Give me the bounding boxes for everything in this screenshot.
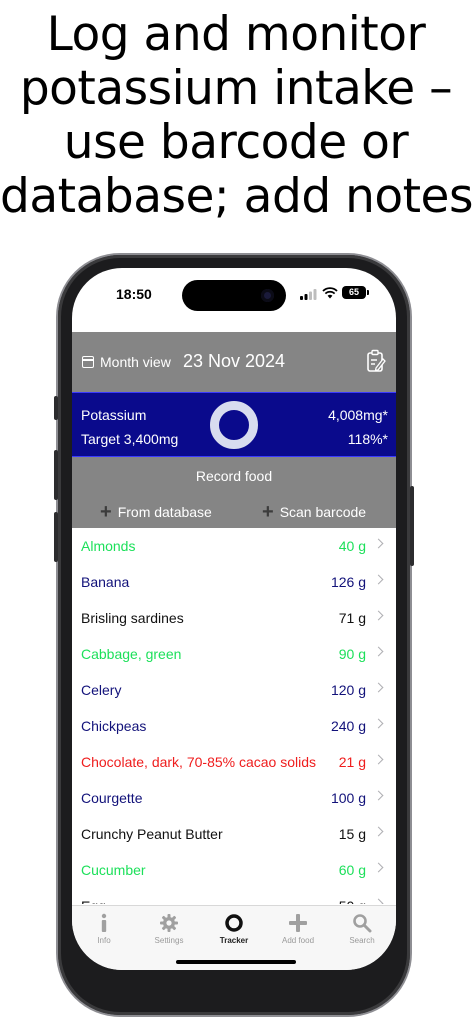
record-food-panel: Record food + From database + Scan barco… [72, 457, 396, 528]
chevron-right-icon [373, 682, 384, 693]
scan-barcode-button[interactable]: + Scan barcode [262, 501, 367, 523]
plus-icon: + [262, 501, 274, 523]
food-amount: 90 g [338, 646, 366, 662]
tab-add-food[interactable]: Add food [266, 912, 330, 945]
food-amount: 126 g [330, 574, 366, 590]
tab-label: Add food [281, 936, 315, 945]
headline-line: potassium intake – [19, 61, 453, 116]
food-amount: 40 g [338, 538, 366, 554]
plus-icon [266, 912, 330, 934]
side-button [410, 486, 414, 566]
scan-barcode-label: Scan barcode [279, 504, 367, 520]
food-list: Almonds 40 g Banana 126 g Brisling sardines 7… [72, 528, 396, 904]
potassium-summary: Potassium Target 3,400mg 4,008mg* 118%* [72, 392, 396, 457]
chevron-right-icon [373, 574, 384, 585]
plus-icon: + [100, 501, 112, 523]
navigation-bar: Month view 23 Nov 2024 [72, 332, 396, 392]
app-screen: 18:50 65 Month view 23 Nov 2024 Potassiu… [72, 268, 396, 970]
food-name: Egg [81, 898, 106, 904]
tab-info[interactable]: Info [72, 912, 136, 945]
chevron-right-icon [373, 898, 384, 904]
food-row[interactable]: Almonds 40 g [72, 528, 396, 564]
food-name: Brisling sardines [81, 610, 184, 626]
food-amount: 71 g [338, 610, 366, 626]
food-name: Chickpeas [81, 718, 147, 734]
food-amount: 120 g [330, 682, 366, 698]
food-row[interactable]: Egg 50 g [72, 888, 396, 904]
info-icon [72, 912, 136, 934]
home-indicator [176, 960, 296, 964]
record-food-title: Record food [195, 468, 273, 484]
food-name: Cabbage, green [81, 646, 182, 662]
gear-icon [137, 912, 201, 934]
food-amount: 50 g [339, 898, 366, 904]
volume-down-button [54, 512, 58, 562]
chevron-right-icon [373, 754, 384, 765]
ring-icon [202, 912, 266, 934]
tab-tracker[interactable]: Tracker [202, 912, 266, 945]
food-amount: 15 g [338, 826, 366, 842]
food-row[interactable]: Chocolate, dark, 70-85% cacao solids 21 g [72, 744, 396, 780]
progress-ring[interactable] [210, 401, 258, 449]
food-amount: 240 g [330, 718, 366, 734]
headline-line: use barcode or [63, 115, 409, 170]
camera-icon [261, 289, 274, 302]
food-amount: 60 g [338, 862, 366, 878]
status-bar: 18:50 65 [72, 268, 396, 332]
wifi-icon [322, 287, 338, 299]
chevron-right-icon [373, 610, 384, 621]
food-row[interactable]: Chickpeas 240 g [72, 708, 396, 744]
nutrient-label: Potassium [81, 407, 147, 423]
headline-line: Log and monitor [46, 7, 426, 62]
from-database-button[interactable]: + From database [100, 501, 212, 523]
chevron-right-icon [373, 718, 384, 729]
total-intake: 4,008mg* [328, 407, 388, 423]
battery-indicator: 65 [342, 286, 369, 299]
tab-label: Settings [154, 936, 184, 945]
food-row[interactable]: Cucumber 60 g [72, 852, 396, 888]
mute-switch [54, 396, 58, 420]
tab-label: Search [349, 936, 375, 945]
chevron-right-icon [373, 646, 384, 657]
headline: Log and monitor potassium intake – use b… [0, 8, 472, 224]
food-name: Almonds [81, 538, 136, 554]
food-row[interactable]: Cabbage, green 90 g [72, 636, 396, 672]
food-row[interactable]: Celery 120 g [72, 672, 396, 708]
food-row[interactable]: Brisling sardines 71 g [72, 600, 396, 636]
food-amount: 100 g [330, 790, 366, 806]
chevron-right-icon [373, 826, 384, 837]
percent-of-target: 118%* [347, 431, 388, 447]
food-row[interactable]: Crunchy Peanut Butter 15 g [72, 816, 396, 852]
food-name: Cucumber [81, 862, 146, 878]
tab-label: Tracker [219, 936, 249, 945]
tab-settings[interactable]: Settings [137, 912, 201, 945]
notes-clipboard-icon[interactable] [366, 349, 386, 373]
food-name: Celery [81, 682, 122, 698]
food-row[interactable]: Courgette 100 g [72, 780, 396, 816]
status-time: 18:50 [116, 286, 152, 302]
headline-line: database; add notes [0, 169, 472, 224]
volume-up-button [54, 450, 58, 500]
from-database-label: From database [117, 504, 212, 520]
food-name: Courgette [81, 790, 143, 806]
food-name: Crunchy Peanut Butter [81, 826, 223, 842]
chevron-right-icon [373, 790, 384, 801]
target-label: Target 3,400mg [81, 431, 179, 447]
food-name: Chocolate, dark, 70-85% cacao solids [81, 754, 317, 770]
food-row[interactable]: Banana 126 g [72, 564, 396, 600]
date-title[interactable]: 23 Nov 2024 [72, 351, 396, 372]
search-icon [330, 912, 394, 934]
cellular-signal-icon [300, 289, 317, 300]
food-name: Banana [81, 574, 130, 590]
dynamic-island [182, 280, 286, 311]
tab-label: Info [97, 936, 111, 945]
food-amount: 21 g [338, 754, 366, 770]
tab-search[interactable]: Search [330, 912, 394, 945]
chevron-right-icon [373, 538, 384, 549]
chevron-right-icon [373, 862, 384, 873]
